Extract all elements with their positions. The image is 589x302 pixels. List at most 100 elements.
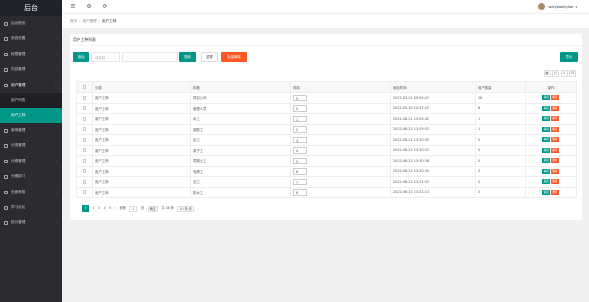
edit-button[interactable]: 编辑: [542, 179, 550, 185]
header-select-all[interactable]: [76, 81, 93, 93]
next-page-icon[interactable]: ›: [115, 205, 116, 212]
page-1[interactable]: 1: [82, 205, 89, 212]
category-select[interactable]: 请选择 ⌄: [91, 52, 120, 62]
checkbox[interactable]: [82, 190, 87, 195]
delete-button[interactable]: 删除: [551, 126, 559, 132]
sidebar-item-system[interactable]: 系统设置 ‹: [0, 31, 62, 46]
sidebar-item-home[interactable]: 后台首页: [0, 16, 62, 31]
sort-input[interactable]: 4: [293, 147, 307, 154]
cell-category: 用户工种: [92, 176, 191, 188]
sort-input[interactable]: 1: [293, 115, 307, 122]
edit-button[interactable]: 编辑: [542, 95, 550, 101]
sidebar-subitem-user-list[interactable]: 用户列表: [0, 93, 62, 108]
department-icon: [4, 175, 8, 179]
delete-button[interactable]: 删除: [551, 168, 559, 174]
sort-input[interactable]: 5: [293, 157, 307, 164]
delete-button[interactable]: 删除: [551, 158, 559, 164]
page-2[interactable]: 2: [93, 205, 95, 212]
sidebar-item-content[interactable]: 内容管理 ‹: [0, 62, 62, 77]
delete-button[interactable]: 删除: [551, 189, 559, 195]
sidebar-item-label: 页面审核: [11, 189, 26, 194]
edit-button[interactable]: 编辑: [542, 105, 550, 111]
header-category[interactable]: 分类: [92, 81, 191, 93]
sort-input[interactable]: 8: [293, 189, 307, 196]
sidebar-item-review[interactable]: 页面审核 ‹: [0, 185, 62, 200]
sort-input[interactable]: 0: [293, 94, 307, 101]
search-button[interactable]: 搜索: [179, 52, 196, 62]
cell-category: 用户工种: [92, 155, 191, 167]
header-time[interactable]: 添加时间: [390, 81, 476, 93]
page-size-select[interactable]: 10 条/页: [177, 205, 195, 212]
table-row: 用户工种 电焊工 6 2022-06-21 13:30:50 0 编辑 删除: [76, 165, 577, 177]
cell-time: 2022-06-21 13:31:13: [390, 186, 476, 198]
sort-input[interactable]: 2: [293, 126, 307, 133]
sidebar-item-phase[interactable]: 分期管理 ‹: [0, 154, 62, 169]
search-input[interactable]: [122, 52, 178, 62]
confirm-page-button[interactable]: 确定: [147, 205, 158, 212]
site-icon: [4, 128, 8, 133]
delete-button[interactable]: 删除: [551, 95, 559, 101]
batch-delete-button[interactable]: 批量删除: [221, 52, 247, 62]
checkbox[interactable]: [82, 169, 87, 174]
checkbox[interactable]: [82, 148, 87, 153]
sort-input[interactable]: 6: [293, 168, 307, 175]
header-sort[interactable]: 排序: [290, 81, 391, 93]
edit-button[interactable]: 编辑: [542, 137, 550, 143]
checkbox[interactable]: [82, 127, 87, 132]
edit-button[interactable]: 编辑: [542, 116, 550, 122]
page-3[interactable]: 3: [98, 205, 100, 212]
refresh-icon[interactable]: ⟳: [102, 4, 108, 10]
reset-button[interactable]: 重置: [201, 52, 218, 62]
breadcrumb-home[interactable]: 首页: [70, 19, 77, 23]
checkbox[interactable]: [82, 158, 87, 163]
checkbox[interactable]: [82, 106, 87, 111]
sidebar-subitem-user-worktype[interactable]: 用户工种: [0, 107, 62, 123]
sidebar-item-category[interactable]: 分类管理: [0, 138, 62, 153]
export-button[interactable]: 导出: [560, 52, 578, 62]
settings-icon[interactable]: ⚙: [86, 4, 92, 10]
sort-input[interactable]: 3: [293, 136, 307, 143]
delete-button[interactable]: 删除: [551, 179, 559, 185]
checkbox[interactable]: [82, 179, 87, 184]
sidebar-item-permission[interactable]: 权限管理 ‹: [0, 47, 62, 62]
cell-actions: 编辑 删除: [525, 155, 577, 167]
user-menu[interactable]: welyboeitylae ▾: [538, 3, 577, 12]
menu-icon[interactable]: ☰: [70, 4, 76, 10]
sidebar-item-stats[interactable]: 统计管理 ‹: [0, 215, 62, 230]
home-icon: [4, 22, 8, 26]
sort-input[interactable]: 7: [293, 178, 307, 185]
checkbox[interactable]: [82, 95, 87, 100]
page-input[interactable]: 1: [129, 205, 138, 212]
sidebar-item-users[interactable]: 用户管理 ⌄: [0, 78, 62, 93]
header-count[interactable]: 用户数量: [475, 81, 526, 93]
breadcrumb-parent[interactable]: 用户管理: [82, 19, 96, 23]
checkbox[interactable]: [82, 137, 87, 142]
header-title[interactable]: 标题: [190, 81, 291, 93]
add-button[interactable]: 添加: [73, 52, 89, 62]
checkbox[interactable]: [82, 85, 87, 89]
sidebar-item-phase-dept[interactable]: 分期部门: [0, 169, 62, 184]
delete-button[interactable]: 删除: [551, 147, 559, 153]
sidebar-item-forum[interactable]: 学习论坛: [0, 200, 62, 215]
edit-button[interactable]: 编辑: [542, 189, 550, 195]
cell-title: 混凝土工: [190, 155, 291, 167]
sidebar-item-label: 统计管理: [11, 220, 26, 225]
edit-button[interactable]: 编辑: [542, 147, 550, 153]
delete-button[interactable]: 删除: [551, 137, 559, 143]
sidebar-item-site[interactable]: 案场管理: [0, 123, 62, 138]
edit-button[interactable]: 编辑: [542, 126, 550, 132]
print-icon[interactable]: ⎙: [552, 70, 559, 77]
export-icon[interactable]: ⇩: [560, 70, 568, 77]
page-4[interactable]: 4: [104, 205, 106, 212]
chevron-left-icon: ‹: [55, 189, 57, 194]
page-5[interactable]: 5: [109, 205, 111, 212]
sort-input[interactable]: 0: [293, 105, 307, 112]
delete-button[interactable]: 删除: [551, 116, 559, 122]
columns-icon[interactable]: ☷: [569, 70, 576, 77]
filter-icon[interactable]: ▦: [543, 70, 551, 77]
edit-button[interactable]: 编辑: [542, 168, 550, 174]
delete-button[interactable]: 删除: [551, 105, 559, 111]
cell-count: 0: [475, 134, 526, 146]
edit-button[interactable]: 编辑: [542, 158, 550, 164]
checkbox[interactable]: [82, 116, 87, 121]
